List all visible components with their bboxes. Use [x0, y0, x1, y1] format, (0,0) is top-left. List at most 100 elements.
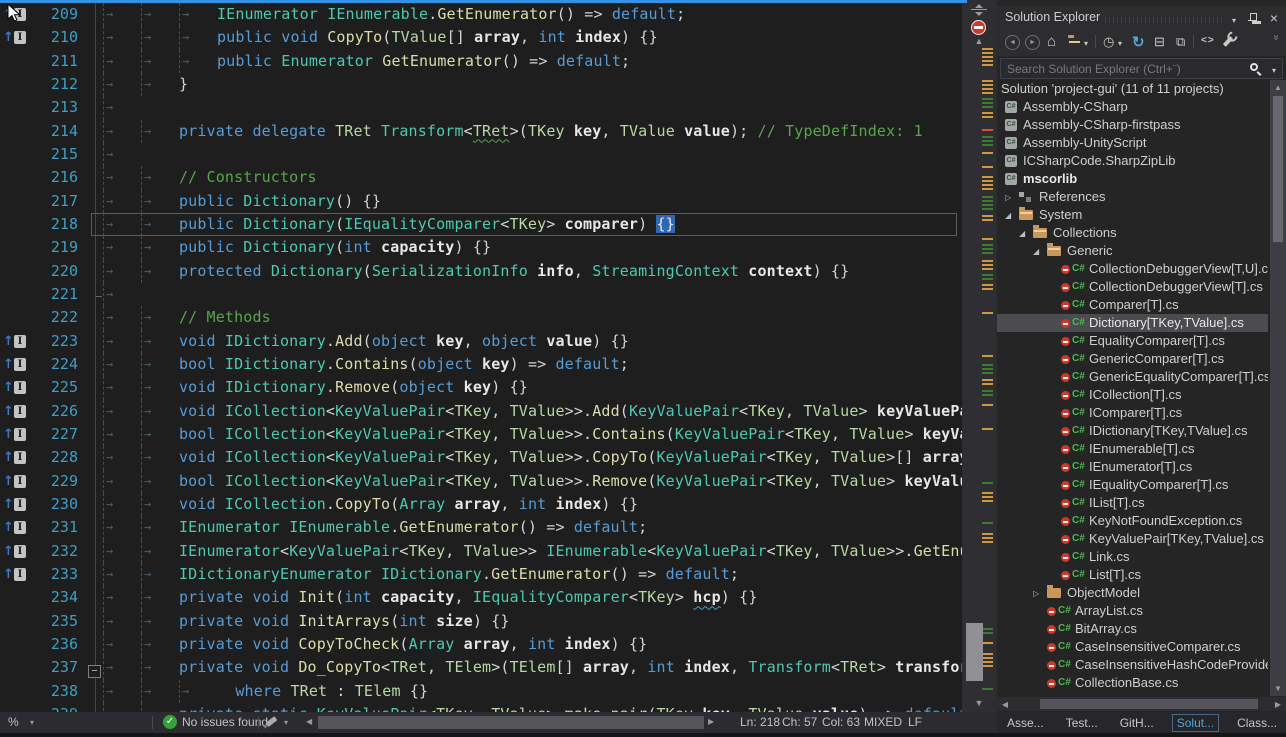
tree-item[interactable]: C#CaseInsensitiveHashCodeProvider.cs	[997, 656, 1268, 674]
code-line[interactable]: 236→→private void CopyToCheck(Array arra…	[0, 633, 962, 656]
override-indicator-icon[interactable]: ↑I	[3, 520, 29, 535]
code-editor[interactable]: ↑I209→→→IEnumerator IEnumerable.GetEnume…	[0, 0, 962, 712]
override-indicator-icon[interactable]: ↑I	[3, 450, 29, 465]
tree-item-solution[interactable]: Solution 'project-gui' (11 of 11 project…	[997, 80, 1268, 98]
editor-scrollbar-thumb[interactable]	[966, 623, 983, 681]
tree-item[interactable]: ◢Generic	[997, 242, 1268, 260]
tree-item[interactable]: C#CaseInsensitiveComparer.cs	[997, 638, 1268, 656]
tree-scrollbar-thumb[interactable]	[1273, 96, 1283, 242]
zoom-caret-icon[interactable]: ▾	[30, 718, 34, 727]
tree-item[interactable]: C#IEnumerable[T].cs	[997, 440, 1268, 458]
code-line[interactable]: 213→	[0, 96, 962, 119]
code-line[interactable]: ↑I232→→IEnumerator<KeyValuePair<TKey, TV…	[0, 540, 962, 563]
tool-window-tab[interactable]: GitH...	[1116, 715, 1158, 731]
code-line[interactable]: 239→→private static KeyValuePair<TKey, T…	[0, 703, 962, 712]
tree-item[interactable]: C#mscorlib	[997, 170, 1268, 188]
tree-item[interactable]: C#Link.cs	[997, 548, 1268, 566]
override-indicator-icon[interactable]: ↑I	[3, 427, 29, 442]
scroll-up-button[interactable]: ▲	[1270, 83, 1286, 92]
override-indicator-icon[interactable]: ↑I	[3, 544, 29, 559]
tree-item[interactable]: C#Dictionary[TKey,TValue].cs	[997, 314, 1268, 332]
code-line[interactable]: 217→→public Dictionary() {}	[0, 190, 962, 213]
tree-item[interactable]: ◢Collections	[997, 224, 1268, 242]
tree-item[interactable]: C#IList[T].cs	[997, 494, 1268, 512]
tree-item[interactable]: C#Comparer[T].cs	[997, 296, 1268, 314]
code-line[interactable]: ↑I225→→void IDictionary.Remove(object ke…	[0, 376, 962, 399]
code-line[interactable]: ↑I223→→void IDictionary.Add(object key, …	[0, 330, 962, 353]
scroll-down-button[interactable]: ▼	[1270, 684, 1286, 693]
tree-item[interactable]: C#IDictionary[TKey,TValue].cs	[997, 422, 1268, 440]
tool-window-tab-active[interactable]: Solut...	[1172, 714, 1219, 732]
code-line[interactable]: 235→→private void InitArrays(int size) {…	[0, 610, 962, 633]
scroll-right-button[interactable]: ▶	[1270, 700, 1286, 709]
code-line[interactable]: ↑I233→→IDictionaryEnumerator IDictionary…	[0, 563, 962, 586]
code-line[interactable]: 215→	[0, 143, 962, 166]
tree-item[interactable]: ▷References	[997, 188, 1268, 206]
chevron-expanded-icon[interactable]: ◢	[1033, 243, 1039, 260]
code-line[interactable]: 238→→→ where TRet : TElem {}	[0, 680, 962, 703]
code-line[interactable]: 212→→}	[0, 73, 962, 96]
code-line[interactable]: 220→→protected Dictionary(SerializationI…	[0, 260, 962, 283]
tree-item[interactable]: C#ArrayList.cs	[997, 602, 1268, 620]
scroll-left-button[interactable]: ◀	[997, 700, 1013, 709]
scroll-up-button[interactable]: ▲	[963, 36, 995, 46]
tree-hscrollbar-thumb[interactable]	[1040, 699, 1258, 709]
code-line[interactable]: ↑I231→→IEnumerator IEnumerable.GetEnumer…	[0, 516, 962, 539]
code-line[interactable]: ↑I210→→→public void CopyTo(TValue[] arra…	[0, 26, 962, 49]
tool-window-tab[interactable]: Asse...	[1003, 715, 1048, 731]
tree-item[interactable]: C#IEqualityComparer[T].cs	[997, 476, 1268, 494]
tree-item[interactable]: C#KeyNotFoundException.cs	[997, 512, 1268, 530]
override-indicator-icon[interactable]: ↑I	[3, 474, 29, 489]
override-indicator-icon[interactable]: ↑I	[3, 404, 29, 419]
tree-item[interactable]: C#Assembly-CSharp	[997, 98, 1268, 116]
hscroll-right-button[interactable]: ▶	[708, 717, 714, 726]
code-line[interactable]: 237→→private void Do_CopyTo<TRet, TElem>…	[0, 656, 962, 679]
tree-item[interactable]: C#IComparer[T].cs	[997, 404, 1268, 422]
code-line[interactable]: 211→→→public Enumerator GetEnumerator() …	[0, 50, 962, 73]
collapse-region-button[interactable]: −	[88, 665, 101, 678]
editor-vertical-scrollbar[interactable]: ▲ ▼	[963, 0, 995, 712]
tree-item[interactable]: C#ICollection[T].cs	[997, 386, 1268, 404]
filter-caret-icon[interactable]: ▾	[284, 718, 288, 727]
override-indicator-icon[interactable]: ↑I	[3, 497, 29, 512]
tree-item[interactable]: C#List[T].cs	[997, 566, 1268, 584]
chevron-collapsed-icon[interactable]: ▷	[1005, 189, 1011, 206]
tree-item[interactable]: C#GenericEqualityComparer[T].cs	[997, 368, 1268, 386]
issues-status-text[interactable]: No issues found	[182, 715, 268, 729]
code-line[interactable]: ↑I224→→bool IDictionary.Contains(object …	[0, 353, 962, 376]
tree-item[interactable]: ◢System	[997, 206, 1268, 224]
tree-item[interactable]: C#GenericComparer[T].cs	[997, 350, 1268, 368]
tree-item[interactable]: ▷ObjectModel	[997, 584, 1268, 602]
override-indicator-icon[interactable]: ↑I	[3, 30, 29, 45]
tree-item[interactable]: C#CollectionDebuggerView[T,U].cs	[997, 260, 1268, 278]
code-line[interactable]: ↑I226→→void ICollection<KeyValuePair<TKe…	[0, 400, 962, 423]
code-line[interactable]: 222→→// Methods	[0, 306, 962, 329]
code-line[interactable]: ↑I227→→bool ICollection<KeyValuePair<TKe…	[0, 423, 962, 446]
zoom-selector[interactable]: %	[8, 715, 19, 729]
tree-item[interactable]: C#BitArray.cs	[997, 620, 1268, 638]
code-line[interactable]: ↑I228→→void ICollection<KeyValuePair<TKe…	[0, 446, 962, 469]
override-indicator-icon[interactable]: ↑I	[3, 357, 29, 372]
scroll-down-button[interactable]: ▼	[963, 698, 995, 708]
override-indicator-icon[interactable]: ↑I	[3, 334, 29, 349]
code-line[interactable]: ↑I209→→→IEnumerator IEnumerable.GetEnume…	[0, 3, 962, 26]
chevron-expanded-icon[interactable]: ◢	[1019, 225, 1025, 242]
tree-item[interactable]: C#CollectionDebuggerView[T].cs	[997, 278, 1268, 296]
code-line[interactable]: 216→→// Constructors	[0, 166, 962, 189]
tree-item[interactable]: C#Assembly-CSharp-firstpass	[997, 116, 1268, 134]
splitter-grip-icon[interactable]	[971, 4, 987, 16]
tree-item[interactable]: C#ICSharpCode.SharpZipLib	[997, 152, 1268, 170]
code-line[interactable]: 219→→public Dictionary(int capacity) {}	[0, 236, 962, 259]
code-line[interactable]: 214→→private delegate TRet Transform<TRe…	[0, 120, 962, 143]
chevron-collapsed-icon[interactable]: ▷	[1033, 585, 1039, 602]
editor-hscrollbar-thumb[interactable]	[318, 716, 704, 729]
code-line[interactable]: 218→→public Dictionary(IEqualityComparer…	[0, 213, 962, 236]
tree-horizontal-scrollbar[interactable]: ◀ ▶	[997, 697, 1286, 711]
code-line[interactable]: ↑I230→→void ICollection.CopyTo(Array arr…	[0, 493, 962, 516]
tree-item[interactable]: C#IEnumerator[T].cs	[997, 458, 1268, 476]
tool-window-tab[interactable]: Test...	[1062, 715, 1102, 731]
tree-item[interactable]: C#KeyValuePair[TKey,TValue].cs	[997, 530, 1268, 548]
tree-vertical-scrollbar[interactable]: ▲ ▼	[1270, 80, 1286, 696]
tree-item[interactable]: C#CollectionBase.cs	[997, 674, 1268, 692]
code-line[interactable]: 221→	[0, 283, 962, 306]
